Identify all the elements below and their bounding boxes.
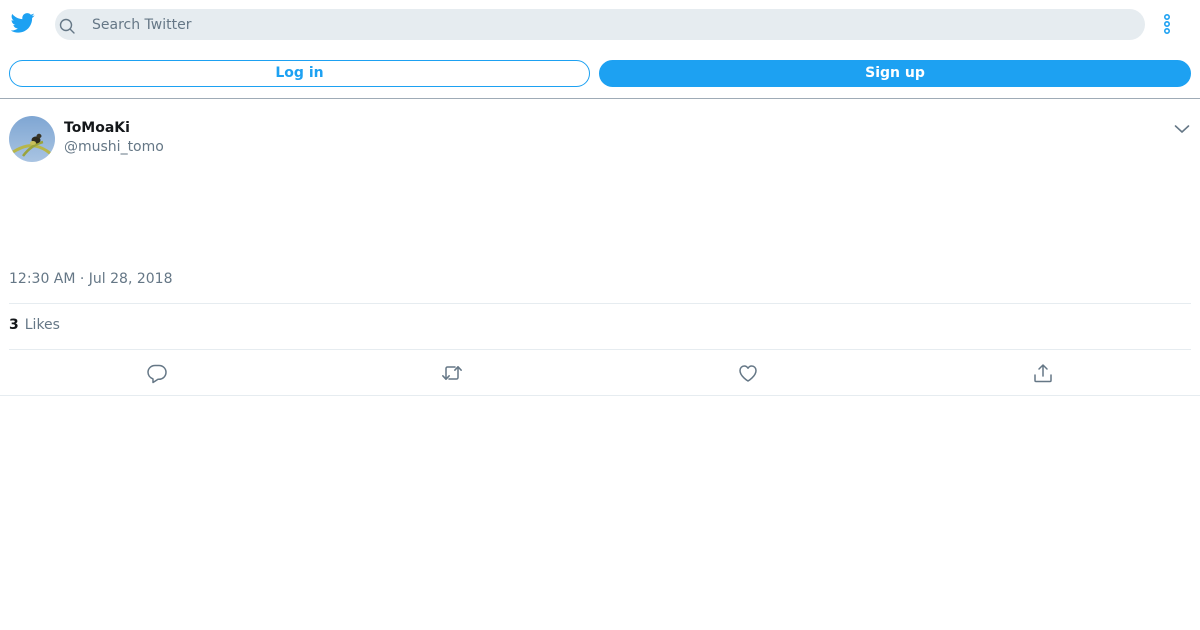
- actions-divider: [0, 395, 1200, 396]
- chevron-down-icon[interactable]: [1174, 123, 1190, 135]
- likes-label: Likes: [24, 317, 60, 333]
- likes-stat[interactable]: 3 Likes: [9, 317, 60, 333]
- more-vertical-icon[interactable]: [1160, 12, 1174, 36]
- reply-icon[interactable]: [146, 362, 168, 384]
- retweet-icon[interactable]: [441, 362, 463, 384]
- auth-buttons: Log in Sign up: [0, 60, 1200, 88]
- tweet-timestamp[interactable]: 12:30 AM · Jul 28, 2018: [9, 271, 173, 287]
- stats-divider-top: [9, 303, 1191, 304]
- top-bar: [0, 0, 1200, 48]
- search-input[interactable]: [92, 9, 1132, 40]
- login-button[interactable]: Log in: [9, 60, 590, 87]
- likes-count: 3: [9, 317, 19, 333]
- search-box[interactable]: [55, 9, 1145, 40]
- share-icon[interactable]: [1032, 362, 1054, 384]
- search-icon: [59, 18, 75, 34]
- header-divider: [0, 98, 1200, 99]
- avatar[interactable]: [9, 116, 55, 162]
- twitter-bird-icon[interactable]: [11, 13, 35, 33]
- stats-divider-bottom: [9, 349, 1191, 350]
- like-icon[interactable]: [737, 362, 759, 384]
- signup-button[interactable]: Sign up: [599, 60, 1191, 87]
- author-handle[interactable]: @mushi_tomo: [64, 139, 164, 155]
- author-name[interactable]: ToMoaKi: [64, 120, 130, 136]
